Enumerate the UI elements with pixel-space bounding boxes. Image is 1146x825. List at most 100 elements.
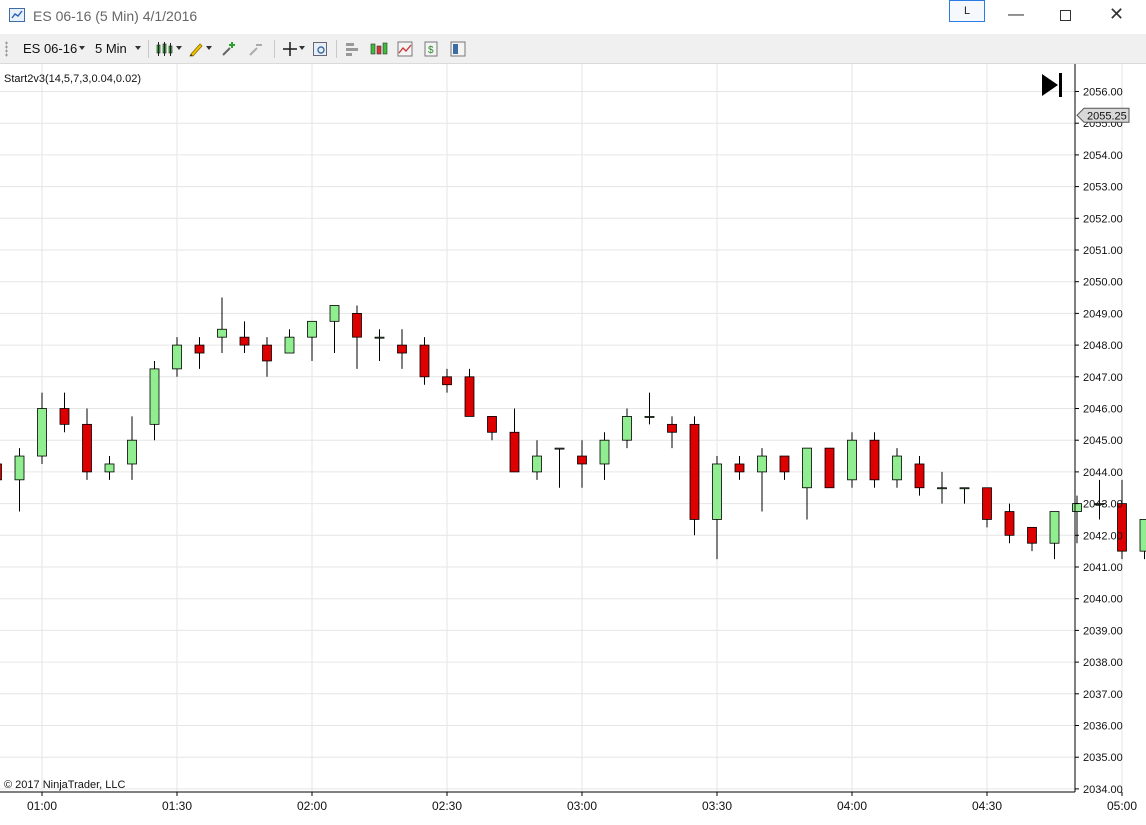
bar-type-icon[interactable] [156,41,174,57]
x-tick-label: 01:30 [162,799,192,813]
candle-up [329,305,340,322]
candle-up [1072,503,1082,512]
templates-icon[interactable] [450,41,466,57]
window-title: ES 06-16 (5 Min) 4/1/2016 [33,8,198,24]
link-button[interactable]: L [949,0,985,22]
x-tick-label: 01:00 [27,799,57,813]
maximize-button[interactable] [1060,10,1071,21]
candle-up [217,328,227,338]
candle-up [622,416,632,441]
candle-up [757,455,767,473]
candle-up [959,487,970,490]
interval-selector[interactable]: 5 Min [95,41,127,56]
y-tick-label: 2050.00 [1083,277,1123,289]
candle-up [554,447,565,450]
x-tick-label: 02:00 [297,799,327,813]
y-tick-label: 2041.00 [1083,562,1123,574]
candle-down [1027,526,1037,544]
y-tick-label: 2044.00 [1083,467,1123,479]
drawing-tool-icon[interactable] [188,41,204,57]
candle-down [577,455,587,465]
toolbar-divider [336,40,337,58]
y-tick-label: 2045.00 [1083,435,1123,447]
candle-down [487,416,497,433]
y-tick-label: 2034.00 [1083,784,1123,796]
bar-type-chevron-down-icon[interactable] [176,46,182,50]
candle-down [442,376,452,386]
candle-down [914,463,925,489]
y-tick-label: 2038.00 [1083,657,1123,669]
candle-up [14,455,25,481]
candle-down [982,487,992,520]
strategies-icon[interactable] [370,41,388,57]
y-tick-label: 2046.00 [1083,404,1123,416]
candle-up [1139,519,1146,552]
candle-down [239,336,250,346]
candle-up [532,455,542,473]
zoom-out-icon[interactable] [248,41,264,57]
crosshair-chevron-down-icon[interactable] [299,46,305,50]
candle-down [1117,503,1127,552]
candle-down [779,455,790,473]
toolbar-divider [274,40,275,58]
candle-down [869,439,880,481]
y-tick-label: 2053.00 [1083,182,1123,194]
candle-up [172,344,182,370]
title-bar: ES 06-16 (5 Min) 4/1/2016 L — ✕ [0,0,1146,34]
candle-down [419,344,430,378]
y-tick-label: 2035.00 [1083,752,1123,764]
chart-app-icon [9,8,25,22]
candle-down [464,376,475,417]
x-tick-label: 02:30 [432,799,462,813]
interval-chevron-down-icon[interactable] [135,46,141,50]
candle-down [1004,511,1015,536]
drawing-tool-chevron-down-icon[interactable] [206,46,212,50]
candle-up [374,336,385,339]
candle-down [194,344,205,354]
toolbar-divider [148,40,149,58]
y-tick-label: 2042.00 [1083,530,1123,542]
minimize-button[interactable]: — [1008,6,1024,24]
candle-down [82,423,92,473]
chart-trader-icon[interactable] [397,41,413,57]
price-chart[interactable]: 01:00 01:30 02:00 02:30 03:00 03:30 04:00 04:30… [0,64,1146,820]
candle-down [667,423,677,433]
y-tick-label: 2039.00 [1083,625,1123,637]
candle-up [1049,511,1060,544]
candle-up [127,439,137,465]
x-tick-label: 04:30 [972,799,1002,813]
copyright-text: © 2017 NinjaTrader, LLC [4,779,125,791]
y-tick-label: 2051.00 [1083,245,1123,257]
y-tick-label: 2040.00 [1083,594,1123,606]
candle-down [689,423,700,520]
candle-down [59,408,70,425]
candle-down [0,463,2,481]
candle-up [284,336,295,354]
instrument-selector[interactable]: ES 06-16 [23,41,77,56]
data-box-icon[interactable] [312,41,328,57]
chart-canvas[interactable]: 01:00 01:30 02:00 02:30 03:00 03:30 04:00 04:30… [0,64,1146,820]
indicator-label: Start2v3(14,5,7,3,0.04,0.02) [4,73,141,85]
x-tick-label: 03:00 [567,799,597,813]
candle-down [824,447,835,489]
y-tick-label: 2047.00 [1083,372,1123,384]
indicators-icon[interactable]: $ [423,41,439,57]
scroll-to-end-button[interactable] [1042,73,1062,97]
candle-up [104,463,115,473]
crosshair-icon[interactable] [282,41,298,57]
y-tick-label: 2056.00 [1083,87,1123,99]
candle-up [892,455,902,481]
zoom-in-icon[interactable] [221,41,237,57]
candle-down [352,312,362,338]
candle-up [599,439,610,465]
y-tick-label: 2054.00 [1083,150,1123,162]
properties-icon[interactable] [344,41,360,57]
svg-text:$: $ [428,45,434,56]
candle-up [644,416,655,418]
candle-up [847,439,857,481]
close-button[interactable]: ✕ [1109,4,1124,25]
x-tick-label: 04:00 [837,799,867,813]
toolbar-grip[interactable] [5,41,8,57]
instrument-chevron-down-icon[interactable] [79,46,85,50]
candle-up [149,368,160,425]
